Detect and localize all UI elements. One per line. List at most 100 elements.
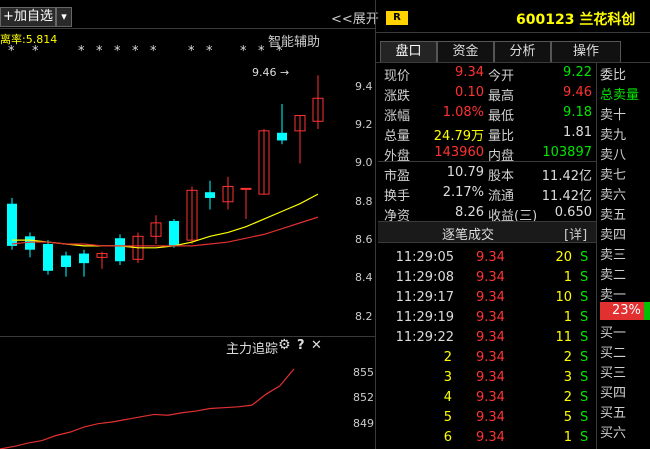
quote-label: 股本 <box>488 169 515 184</box>
sell-level-label: 卖五 <box>600 208 627 223</box>
trades-title: 逐笔成交 <box>442 228 495 243</box>
trade-side: S <box>580 270 589 285</box>
price-tick: 8.8 <box>355 194 373 208</box>
candle <box>169 219 179 248</box>
trade-time: 11:29:05 <box>395 250 454 265</box>
flow-chart <box>0 368 295 449</box>
price-tick: 9.0 <box>355 156 373 170</box>
price-chart[interactable] <box>0 58 345 336</box>
trade-side: S <box>580 390 589 405</box>
total-sell-label: 总卖量 <box>600 88 640 103</box>
signal-star: * <box>150 44 157 59</box>
signal-star: * <box>114 44 121 59</box>
signal-star: * <box>188 44 195 59</box>
buy-level-label: 买六 <box>600 426 627 441</box>
quote-row: 换手 2.17% 流通 11.42亿 <box>380 183 594 204</box>
help-button[interactable]: ? <box>297 338 305 353</box>
trade-side: S <box>580 370 589 385</box>
trade-time: 6 <box>443 430 452 445</box>
signal-star: * <box>276 44 283 59</box>
trade-price: 9.34 <box>476 290 505 305</box>
flow-tick: 849 <box>353 416 374 430</box>
quote-label: 涨跌 <box>384 89 411 104</box>
trade-volume: 1 <box>563 430 572 445</box>
quote-value: 1.08% <box>442 105 484 120</box>
quote-value: 11.42亿 <box>541 169 592 184</box>
trade-price: 9.34 <box>476 310 505 325</box>
quote-label: 流通 <box>488 189 515 204</box>
trade-row: 11:29:19 9.34 1 S <box>380 308 594 328</box>
flow-line <box>0 368 295 449</box>
high-marker-value: 9.46 <box>252 66 277 79</box>
trades-detail-link[interactable]: [详] <box>564 224 587 243</box>
signal-star: * <box>8 44 15 59</box>
weibi-percent-value: 23% <box>612 303 641 318</box>
candle-body <box>79 253 89 264</box>
candle-body <box>115 238 125 262</box>
candle-body <box>169 220 179 246</box>
candle <box>115 234 125 266</box>
high-price-marker: 9.46 → <box>252 66 290 79</box>
candle-body <box>277 132 287 141</box>
gear-icon[interactable]: ⚙ <box>278 337 291 353</box>
stock-title: 600123 兰花科创 <box>516 12 636 28</box>
close-icon[interactable]: ✕ <box>311 338 322 353</box>
trade-side: S <box>580 250 589 265</box>
quote-label: 现价 <box>384 69 411 84</box>
collapse-toggle[interactable]: <<展开 <box>331 8 379 27</box>
sell-level-label: 卖八 <box>600 148 627 163</box>
weibi-label: 委比 <box>600 68 627 83</box>
add-watchlist-button[interactable]: +加自选 <box>0 7 56 27</box>
buy-level-label: 买一 <box>600 326 627 341</box>
quote-label: 总量 <box>384 129 411 144</box>
trade-time: 11:29:19 <box>395 310 454 325</box>
trade-volume: 1 <box>563 310 572 325</box>
candle <box>240 187 252 220</box>
candle <box>61 251 71 277</box>
quote-value: 9.34 <box>455 65 484 80</box>
watchlist-dropdown-button[interactable]: ▾ <box>56 7 72 27</box>
ma-line-red <box>11 216 319 247</box>
quote-value: 9.46 <box>563 85 592 100</box>
ma-line-yellow <box>12 193 319 249</box>
flow-tick: 852 <box>353 391 374 405</box>
candle <box>258 128 270 195</box>
signal-star: * <box>78 44 85 59</box>
trade-price: 9.34 <box>476 250 505 265</box>
add-watchlist-label: +加自选 <box>3 9 53 24</box>
signal-star: * <box>96 44 103 59</box>
candle <box>43 240 53 275</box>
candle <box>277 104 287 145</box>
tab-pankou[interactable]: 盘口 <box>380 41 437 62</box>
trade-side: S <box>580 410 589 425</box>
quote-row: 外盘 143960 内盘 103897 <box>380 143 594 164</box>
tab-zijin[interactable]: 资金 <box>437 41 494 62</box>
candle <box>205 180 215 210</box>
trade-volume: 2 <box>563 350 572 365</box>
candle-body <box>43 243 53 271</box>
quote-value: 10.79 <box>446 165 484 180</box>
quote-label: 量比 <box>488 129 515 144</box>
trade-side: S <box>580 430 589 445</box>
trade-row: 6 9.34 1 S <box>380 428 594 448</box>
trade-volume: 11 <box>555 330 572 345</box>
candle-body <box>240 187 252 190</box>
tab-caozuo[interactable]: 操作 <box>551 41 621 62</box>
signal-star: * <box>32 44 39 59</box>
trade-time: 11:29:17 <box>395 290 454 305</box>
quote-label: 今开 <box>488 69 515 84</box>
quote-value: 9.22 <box>563 65 592 80</box>
tab-fenxi[interactable]: 分析 <box>494 41 551 62</box>
trade-row: 5 9.34 5 S <box>380 408 594 428</box>
trade-row: 2 9.34 2 S <box>380 348 594 368</box>
trade-row: 11:29:08 9.34 1 S <box>380 268 594 288</box>
quote-label: 涨幅 <box>384 109 411 124</box>
trade-price: 9.34 <box>476 430 505 445</box>
quote-value: 143960 <box>434 145 484 160</box>
sell-level-label: 卖一 <box>600 288 627 303</box>
trades-header: 逐笔成交 [详] <box>378 222 596 243</box>
trade-row: 3 9.34 3 S <box>380 368 594 388</box>
price-tick: 9.4 <box>355 79 373 93</box>
trade-side: S <box>580 290 589 305</box>
trade-row: 11:29:05 9.34 20 S <box>380 248 594 268</box>
